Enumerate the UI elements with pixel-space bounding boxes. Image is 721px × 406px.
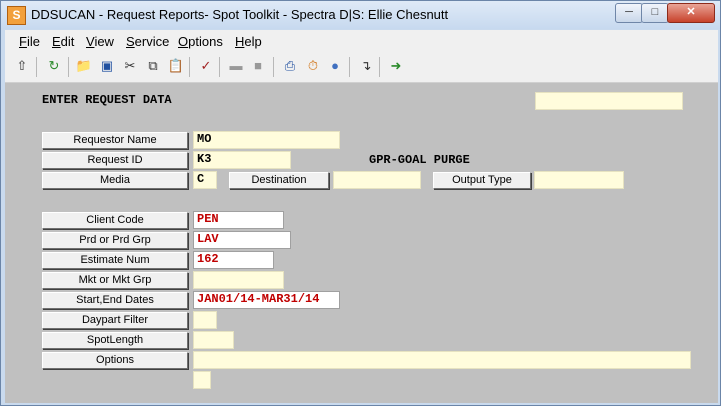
extra-field[interactable] (193, 371, 211, 389)
maximize-button[interactable]: □ (641, 3, 669, 23)
daypart-filter-field[interactable] (193, 311, 217, 329)
client-code-button[interactable]: Client Code (42, 212, 188, 229)
toolbar-separator (273, 57, 274, 77)
estimate-num-field[interactable]: 162 (193, 251, 274, 269)
refresh-icon[interactable]: ↻ (45, 57, 63, 75)
dates-button[interactable]: Start,End Dates (42, 292, 188, 309)
menu-options[interactable]: Options (178, 34, 223, 49)
logout-icon[interactable]: ➜ (387, 57, 405, 75)
app-icon: S (7, 6, 26, 25)
export-icon[interactable]: ⇧ (13, 57, 31, 75)
request-id-button[interactable]: Request ID (42, 152, 188, 169)
menu-edit[interactable]: Edit (52, 34, 74, 49)
menu-bar: File Edit View Service Options Help (5, 30, 718, 52)
toolbar-separator (68, 57, 69, 77)
users-icon[interactable]: ● (326, 57, 344, 75)
destination-field[interactable] (333, 171, 421, 189)
toolbar-separator (349, 57, 350, 77)
form-header: ENTER REQUEST DATA (42, 93, 172, 107)
timer-icon[interactable]: ⏱ (304, 57, 322, 75)
save-icon[interactable]: ▣ (98, 57, 116, 75)
menu-file[interactable]: File (19, 34, 40, 49)
estimate-num-button[interactable]: Estimate Num (42, 252, 188, 269)
destination-button[interactable]: Destination (229, 172, 329, 189)
options-field[interactable] (193, 351, 691, 369)
menu-service[interactable]: Service (126, 34, 169, 49)
dates-field[interactable]: JAN01/14-MAR31/14 (193, 291, 340, 309)
output-type-button[interactable]: Output Type (433, 172, 531, 189)
request-form: ENTER REQUEST DATA Requestor Name MO Req… (5, 83, 718, 403)
request-id-field[interactable]: K3 (193, 151, 291, 169)
menu-view[interactable]: View (86, 34, 114, 49)
client-code-field[interactable]: PEN (193, 211, 284, 229)
paste-icon[interactable]: 📋 (167, 57, 185, 75)
media-field[interactable]: C (193, 171, 217, 189)
copy-icon[interactable]: ⧉ (144, 57, 162, 75)
output-type-field[interactable] (534, 171, 624, 189)
toolbar-separator (189, 57, 190, 77)
minimize-button[interactable]: ─ (615, 3, 643, 23)
market-button[interactable]: Mkt or Mkt Grp (42, 272, 188, 289)
product-field[interactable]: LAV (193, 231, 291, 249)
app-window: S DDSUCAN - Request Reports- Spot Toolki… (0, 0, 721, 406)
daypart-filter-button[interactable]: Daypart Filter (42, 312, 188, 329)
cut-icon[interactable]: ✂ (121, 57, 139, 75)
spot-length-button[interactable]: SpotLength (42, 332, 188, 349)
disabled-back-icon: ▬ (229, 58, 243, 73)
options-button[interactable]: Options (42, 352, 188, 369)
product-button[interactable]: Prd or Prd Grp (42, 232, 188, 249)
menu-help[interactable]: Help (235, 34, 262, 49)
toolbar-separator (219, 57, 220, 77)
open-folder-icon[interactable]: 📁 (75, 57, 93, 75)
close-button[interactable]: ✕ (667, 3, 715, 23)
requestor-name-button[interactable]: Requestor Name (42, 132, 188, 149)
spellcheck-icon[interactable]: ✓ (197, 57, 215, 75)
window-title: DDSUCAN - Request Reports- Spot Toolkit … (31, 7, 449, 22)
spot-length-field[interactable] (193, 331, 234, 349)
media-button[interactable]: Media (42, 172, 188, 189)
top-right-field[interactable] (535, 92, 683, 110)
market-field[interactable] (193, 271, 284, 289)
exit-icon[interactable]: ↴ (357, 57, 375, 75)
requestor-name-field[interactable]: MO (193, 131, 340, 149)
request-description: GPR-GOAL PURGE (369, 153, 470, 167)
title-bar[interactable]: S DDSUCAN - Request Reports- Spot Toolki… (1, 1, 720, 29)
disabled-stop-icon: ■ (254, 58, 262, 73)
toolbar: ⇧ ↻ 📁 ▣ ✂ ⧉ 📋 ✓ ▬ ■ ⎙ ⏱ ● ↴ ➜ (5, 52, 718, 83)
print-icon[interactable]: ⎙ (281, 57, 299, 75)
toolbar-separator (36, 57, 37, 77)
toolbar-separator (379, 57, 380, 77)
